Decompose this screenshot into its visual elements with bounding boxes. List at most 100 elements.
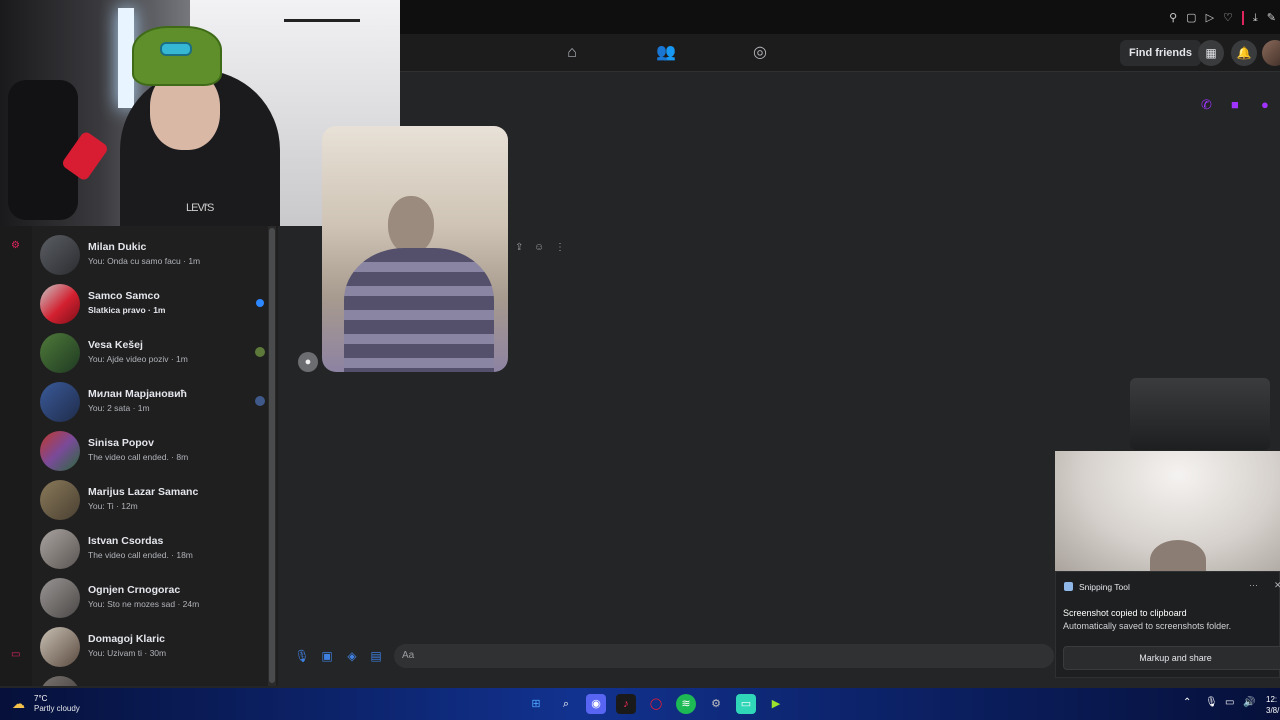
- find-friends-button[interactable]: Find friends: [1120, 40, 1201, 66]
- microphone-icon[interactable]: 🎙: [294, 648, 310, 664]
- left-rail: ⚙ ▭: [0, 226, 32, 686]
- microphone-tray-icon[interactable]: 🎙: [1205, 697, 1218, 708]
- chat-row-ognjen-crnogorac[interactable]: Ognjen Crnogorac You: Sto ne mozes sad ·…: [40, 574, 270, 622]
- tray-chevron-icon[interactable]: ⌃: [1183, 697, 1191, 708]
- more-options-icon[interactable]: ⋮: [555, 242, 565, 253]
- windows-start-icon[interactable]: ⊞: [526, 694, 546, 714]
- remote-video-small[interactable]: [1130, 378, 1270, 450]
- notification-title: Screenshot copied to clipboard: [1063, 608, 1187, 618]
- chat-name: Милан Марјановић: [88, 388, 187, 400]
- gif-icon[interactable]: ▤: [368, 648, 384, 664]
- markup-and-share-button[interactable]: Markup and share: [1063, 646, 1280, 670]
- chat-preview: You: Onda cu samo facu · 1m: [88, 256, 201, 266]
- clock-time[interactable]: 12:: [1266, 695, 1277, 704]
- weather-description[interactable]: Partly cloudy: [34, 704, 80, 713]
- shirt-logo: LEVI'S: [186, 202, 214, 214]
- chat-preview: You: Ti · 12m: [88, 501, 138, 511]
- discord-icon[interactable]: ◉: [586, 694, 606, 714]
- chat-row-milan-dukic[interactable]: Milan Dukic You: Onda cu samo facu · 1m: [40, 231, 270, 279]
- close-icon[interactable]: ✕: [1274, 580, 1280, 591]
- sticker-icon[interactable]: ◈: [344, 648, 360, 664]
- chat-name: Vesa Kešej: [88, 339, 143, 351]
- chat-preview: The video call ended. · 18m: [88, 550, 193, 560]
- message-placeholder: Aa: [402, 650, 415, 661]
- image-icon[interactable]: ▣: [319, 648, 335, 664]
- chat-list-scroll-thumb[interactable]: [269, 228, 275, 683]
- chat-name: Sinisa Popov: [88, 437, 154, 449]
- avatar: [40, 627, 80, 667]
- chat-preview: The video call ended. · 8m: [88, 452, 189, 462]
- chat-row-vesa-kesej[interactable]: Vesa Kešej You: Ajde video poziv · 1m: [40, 329, 270, 377]
- chat-row-istvan-csordas[interactable]: Istvan Csordas The video call ended. · 1…: [40, 525, 270, 573]
- chat-name: Ognjen Crnogorac: [88, 584, 181, 596]
- avatar: [40, 431, 80, 471]
- phone-icon[interactable]: ✆: [1201, 97, 1212, 113]
- avatar: [40, 578, 80, 618]
- groups-icon[interactable]: ◎: [750, 43, 770, 63]
- share-icon[interactable]: ⇪: [515, 242, 523, 253]
- chat-preview: You: 2 sata · 1m: [88, 403, 150, 413]
- info-icon[interactable]: ●: [1261, 97, 1269, 112]
- chat-row-samco-samco[interactable]: Samco Samco Slatkica pravo · 1m: [40, 280, 270, 328]
- chat-row-marijus-lazar-samanc[interactable]: Marijus Lazar Samanc You: Ti · 12m: [40, 476, 270, 524]
- spotify-icon[interactable]: ≋: [676, 694, 696, 714]
- extension-icon[interactable]: ✎: [1267, 12, 1276, 24]
- avatar: [40, 235, 80, 275]
- network-icon[interactable]: ▭: [1225, 697, 1234, 708]
- opera-icon[interactable]: ◯: [646, 694, 666, 714]
- avatar: [40, 333, 80, 373]
- chat-preview: Slatkica pravo · 1m: [88, 305, 166, 315]
- chat-row-sinisa-popov[interactable]: Sinisa Popov The video call ended. · 8m: [40, 427, 270, 475]
- video-call-icon[interactable]: ■: [1231, 97, 1239, 112]
- rail-icon[interactable]: ▭: [11, 650, 21, 660]
- chat-row-domagoj-klaric[interactable]: Domagoj Klaric You: Uzivam ti · 30m: [40, 623, 270, 671]
- message-input[interactable]: [394, 644, 1054, 668]
- app-icon[interactable]: ▭: [736, 694, 756, 714]
- video-person-head: [388, 196, 434, 254]
- seen-avatar: [255, 396, 265, 406]
- toolbar-divider: [1241, 11, 1244, 25]
- weather-icon[interactable]: ☁: [12, 696, 30, 712]
- browser-toolbar-icons: ⚲ ▢ ▷ ♡ ⤓ ✎: [1169, 11, 1276, 25]
- avatar: [40, 284, 80, 324]
- menu-grid-icon[interactable]: ▦: [1198, 40, 1224, 66]
- heart-icon[interactable]: ♡: [1223, 12, 1233, 24]
- clock-date[interactable]: 3/8/: [1266, 706, 1279, 715]
- volume-icon[interactable]: 🔊: [1243, 697, 1255, 708]
- avatar: [40, 676, 80, 686]
- windows-taskbar: ☁ 7°C Partly cloudy: [0, 688, 1280, 720]
- steam-icon[interactable]: ⚙: [706, 694, 726, 714]
- snipping-tool-icon: [1064, 582, 1073, 591]
- tiktok-icon[interactable]: ♪: [616, 694, 636, 714]
- window-icon[interactable]: ▢: [1186, 12, 1196, 24]
- seen-avatar: [255, 347, 265, 357]
- download-icon[interactable]: ⤓: [1253, 12, 1258, 24]
- emoji-react-icon[interactable]: ☺: [534, 242, 544, 253]
- video-message-thumbnail[interactable]: [322, 126, 508, 372]
- profile-avatar[interactable]: [1262, 40, 1280, 66]
- chat-list: Milan Dukic You: Onda cu samo facu · 1m …: [32, 226, 278, 686]
- search-icon[interactable]: ⌕: [556, 694, 576, 714]
- chat-row-partial[interactable]: [40, 672, 270, 686]
- webcam-hat: [132, 26, 222, 86]
- obs-app-icon[interactable]: ▶: [766, 694, 786, 714]
- play-icon[interactable]: ▷: [1206, 12, 1214, 24]
- pin-icon[interactable]: ⚲: [1169, 12, 1177, 24]
- video-person-body: [344, 248, 494, 372]
- avatar: [40, 529, 80, 569]
- friends-icon[interactable]: 👥: [656, 43, 676, 63]
- bell-icon[interactable]: 🔔: [1231, 40, 1257, 66]
- more-icon[interactable]: ···: [1249, 580, 1258, 590]
- settings-icon[interactable]: ⚙: [11, 241, 21, 251]
- chat-preview: You: Uzivam ti · 30m: [88, 648, 167, 658]
- avatar: [40, 480, 80, 520]
- webcam-chair: [8, 80, 78, 220]
- weather-temperature[interactable]: 7°C: [34, 694, 47, 703]
- notification-app-name: Snipping Tool: [1079, 582, 1130, 592]
- home-icon[interactable]: ⌂: [562, 43, 582, 63]
- chat-row-milan-marjanovic[interactable]: Милан Марјановић You: 2 sata · 1m: [40, 378, 270, 426]
- chat-name: Marijus Lazar Samanc: [88, 486, 199, 498]
- sender-avatar: ●: [298, 352, 318, 372]
- snipping-tool-notification: Snipping Tool ··· ✕ Screenshot copied to…: [1055, 571, 1280, 678]
- chat-name: Samco Samco: [88, 290, 160, 302]
